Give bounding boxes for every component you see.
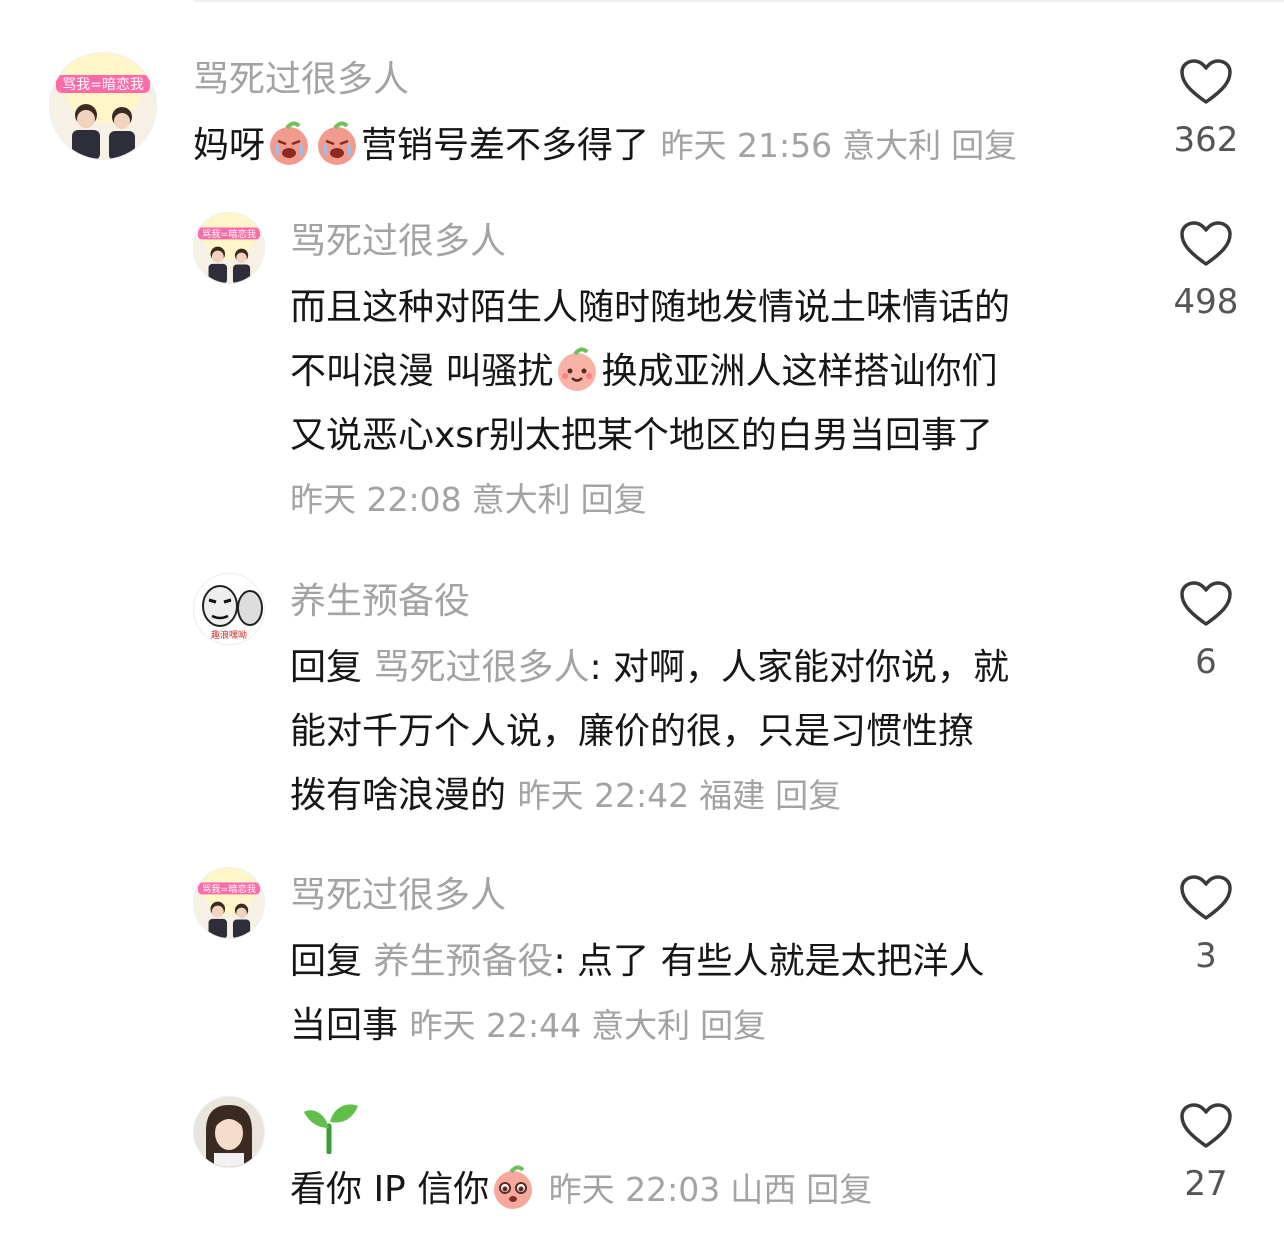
comment-text: 换成亚洲人这样搭讪你们 <box>601 351 998 392</box>
comment-time: 昨天 22:42 <box>517 776 690 815</box>
reply-button[interactable]: 回复 <box>581 480 647 519</box>
comment-text: 看你 IP 信你 <box>290 1169 490 1210</box>
comment-meta: 昨天 22:08 意大利 回复 <box>290 468 1140 532</box>
comment-text: 当回事 <box>290 1005 399 1046</box>
comment-line: 能对千万个人说，廉价的很，只是习惯性撩 <box>290 711 975 752</box>
heart-icon <box>1180 1103 1232 1148</box>
comment-body: 回复 骂死过很多人: 对啊，人家能对你说，就 能对千万个人说，廉价的很，只是习惯… <box>290 636 1140 828</box>
comment-time: 昨天 21:56 <box>660 126 833 165</box>
reply-button[interactable]: 回复 <box>700 1006 766 1045</box>
reply-button[interactable]: 回复 <box>775 776 841 815</box>
like-button[interactable]: 6 <box>1151 580 1261 684</box>
svg-text:骂我=暗恋我: 骂我=暗恋我 <box>202 228 256 240</box>
like-count: 6 <box>1195 642 1217 682</box>
comment-text: 妈呀 <box>193 125 266 166</box>
like-button[interactable]: 3 <box>1151 874 1261 978</box>
comment-line: 回复 骂死过很多人: 对啊，人家能对你说，就 <box>290 636 1140 700</box>
comment-line: 而且这种对陌生人随时随地发情说土味情话的 <box>290 287 1011 328</box>
svg-text:骂我=暗恋我: 骂我=暗恋我 <box>62 76 144 93</box>
comment-body: 妈呀 营销号差不多得了 昨天 21:56 意大利 回复 <box>193 114 1133 178</box>
comment-text: 不叫浪漫 叫骚扰 <box>290 351 554 392</box>
comment-body: 回复 养生预备役: 点了 有些人就是太把洋人 当回事 昨天 22:44 意大利 回复 <box>290 930 1140 1058</box>
mention-link[interactable]: 养生预备役 <box>373 941 553 982</box>
comment-time: 昨天 22:44 <box>409 1006 582 1045</box>
top-divider <box>193 0 1284 2</box>
comment-time: 昨天 22:03 <box>548 1170 721 1209</box>
comment-meta: 昨天 21:56 意大利 回复 <box>660 126 1017 165</box>
comment-text: : 对啊，人家能对你说，就 <box>589 647 1010 688</box>
pleading-peach-emoji <box>489 1163 537 1211</box>
avatar[interactable]: 骂我=暗恋我 <box>193 867 265 939</box>
comment-meta: 昨天 22:44 意大利 回复 <box>409 1006 766 1045</box>
comment-username[interactable]: 骂死过很多人 <box>290 220 506 264</box>
crying-peach-emoji <box>265 119 313 167</box>
svg-text:骂我=暗恋我: 骂我=暗恋我 <box>202 883 256 895</box>
heart-icon <box>1180 221 1232 266</box>
comment-line: 又说恶心xsr别太把某个地区的白男当回事了 <box>290 415 993 456</box>
like-count: 362 <box>1173 120 1239 160</box>
heart-icon <box>1180 581 1232 626</box>
like-button[interactable]: 498 <box>1151 220 1261 324</box>
reply-button[interactable]: 回复 <box>806 1170 872 1209</box>
comment-meta: 昨天 22:03 山西 回复 <box>549 1170 873 1209</box>
like-count: 3 <box>1195 936 1217 976</box>
comment-body: 看你 IP 信你 昨天 22:03 山西 回复 <box>290 1158 1140 1222</box>
comment-location: 福建 <box>699 776 766 815</box>
comment-line: 不叫浪漫 叫骚扰 换成亚洲人这样搭讪你们 <box>290 340 1140 404</box>
comment-location: 意大利 <box>842 126 942 165</box>
comment-text: 营销号差不多得了 <box>361 125 650 166</box>
like-button[interactable]: 27 <box>1151 1102 1261 1206</box>
comment-username[interactable]: 养生预备役 <box>290 580 470 624</box>
heart-icon <box>1180 59 1232 104</box>
heart-icon <box>1180 875 1232 920</box>
comment-body: 而且这种对陌生人随时随地发情说土味情话的 不叫浪漫 叫骚扰 换成亚洲人这样搭讪你们… <box>290 276 1140 532</box>
comment-location: 意大利 <box>471 480 571 519</box>
reply-prefix: 回复 <box>290 941 363 982</box>
like-button[interactable]: 362 <box>1151 58 1261 162</box>
svg-text:趣浪嘿呦: 趣浪嘿呦 <box>211 629 247 641</box>
comment-text: : 点了 有些人就是太把洋人 <box>553 941 985 982</box>
comment-username[interactable]: 骂死过很多人 <box>290 874 506 918</box>
comment-username[interactable]: 骂死过很多人 <box>193 58 409 102</box>
comment-line: 回复 养生预备役: 点了 有些人就是太把洋人 <box>290 930 1140 994</box>
comment-meta: 昨天 22:42 福建 回复 <box>517 776 841 815</box>
comment-location: 山西 <box>730 1170 797 1209</box>
avatar[interactable]: 趣浪嘿呦 <box>193 573 265 645</box>
mention-link[interactable]: 骂死过很多人 <box>373 647 589 688</box>
crying-peach-emoji <box>313 119 361 167</box>
smiling-peach-emoji <box>553 345 601 393</box>
like-count: 498 <box>1173 282 1239 322</box>
reply-prefix: 回复 <box>290 647 363 688</box>
reply-button[interactable]: 回复 <box>951 126 1017 165</box>
comment-time: 昨天 22:08 <box>290 480 462 519</box>
like-count: 27 <box>1184 1164 1228 1204</box>
sprout-icon <box>304 1104 358 1154</box>
comment-text: 拨有啥浪漫的 <box>290 775 507 816</box>
avatar[interactable]: 骂我=暗恋我 <box>193 212 265 284</box>
avatar[interactable] <box>193 1096 265 1168</box>
comment-line: 拨有啥浪漫的 昨天 22:42 福建 回复 <box>290 764 1140 828</box>
comment-line: 当回事 昨天 22:44 意大利 回复 <box>290 994 1140 1058</box>
avatar[interactable]: 骂我=暗恋我 <box>49 52 157 160</box>
comment-location: 意大利 <box>591 1006 691 1045</box>
